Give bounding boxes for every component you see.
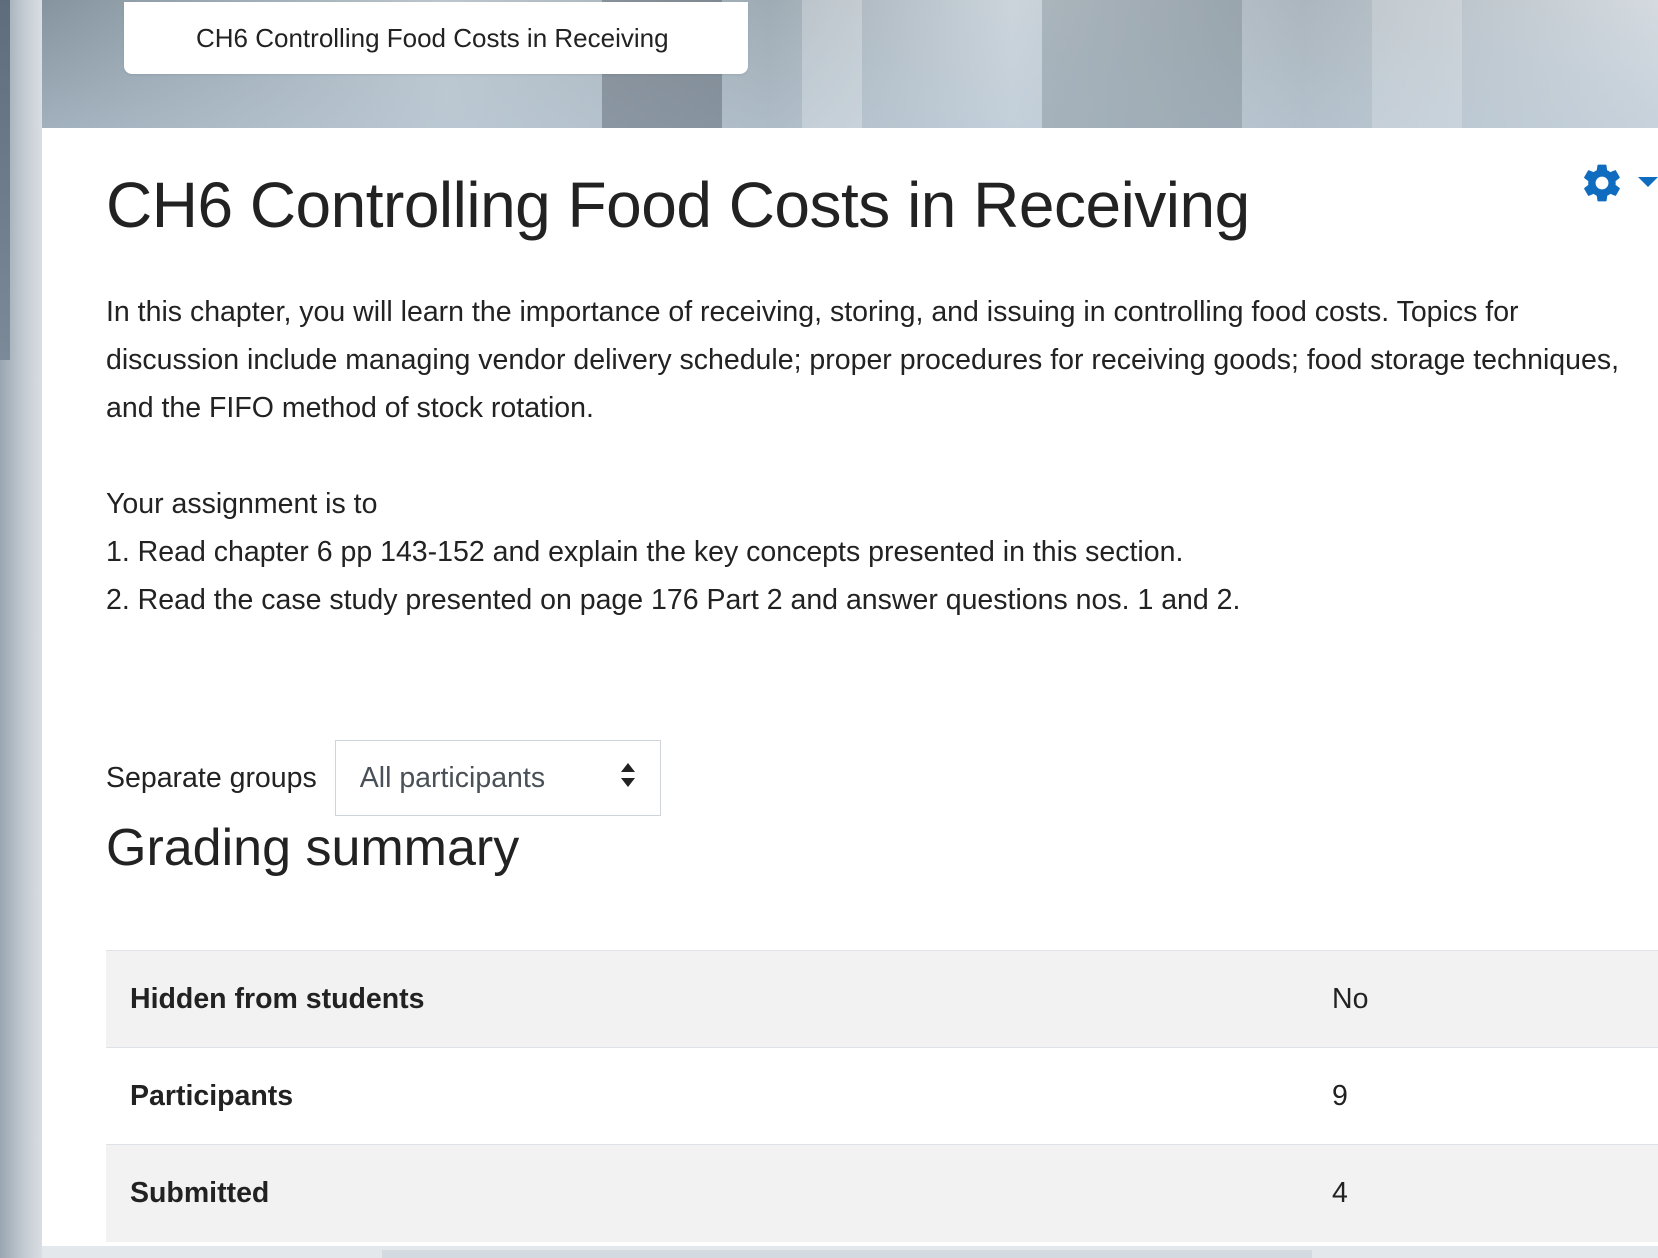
row-label: Participants: [130, 1079, 294, 1112]
row-value: No: [1332, 982, 1369, 1015]
bottom-scroll-bar: [42, 1246, 1658, 1258]
sort-arrows-icon[interactable]: [620, 762, 636, 795]
row-value: 9: [1332, 1079, 1348, 1112]
description-paragraph: In this chapter, you will learn the impo…: [106, 296, 1619, 424]
grading-summary-title: Grading summary: [106, 819, 520, 877]
breadcrumb[interactable]: CH6 Controlling Food Costs in Receiving: [124, 2, 748, 74]
groups-label: Separate groups: [106, 761, 317, 794]
left-sidebar-strip: [0, 0, 42, 1258]
breadcrumb-label[interactable]: CH6 Controlling Food Costs in Receiving: [196, 23, 669, 54]
main-content: CH6 Controlling Food Costs in Receiving …: [42, 128, 1658, 1246]
table-row: Participants 9: [106, 1047, 1658, 1145]
assignment-item-1: 1. Read chapter 6 pp 143-152 and explain…: [106, 536, 1184, 568]
groups-select-value[interactable]: All participants: [360, 762, 545, 795]
assignment-description: In this chapter, you will learn the impo…: [106, 288, 1626, 624]
assignment-item-2: 2. Read the case study presented on page…: [106, 584, 1241, 616]
row-value: 4: [1332, 1176, 1348, 1209]
assignment-intro: Your assignment is to: [106, 488, 378, 520]
left-strip-dark: [0, 0, 10, 360]
banner-image-part: [1042, 0, 1242, 128]
scroll-thumb[interactable]: [382, 1250, 1312, 1258]
banner-image-part: [802, 0, 862, 128]
group-selector: Separate groups All participants: [106, 740, 661, 816]
caret-down-icon[interactable]: [1638, 177, 1658, 189]
grading-summary-table: Hidden from students No Participants 9 S…: [106, 950, 1658, 1242]
settings-menu-button[interactable]: [1580, 160, 1658, 206]
gear-icon[interactable]: [1580, 161, 1624, 205]
table-row: Submitted 4: [106, 1144, 1658, 1242]
header-banner: CH6 Controlling Food Costs in Receiving: [42, 0, 1658, 128]
row-label: Submitted: [130, 1176, 270, 1209]
row-label: Hidden from students: [130, 982, 425, 1015]
banner-image-part: [1372, 0, 1462, 128]
table-row: Hidden from students No: [106, 950, 1658, 1048]
groups-select[interactable]: All participants: [334, 740, 661, 816]
page-title: CH6 Controlling Food Costs in Receiving: [106, 169, 1250, 241]
